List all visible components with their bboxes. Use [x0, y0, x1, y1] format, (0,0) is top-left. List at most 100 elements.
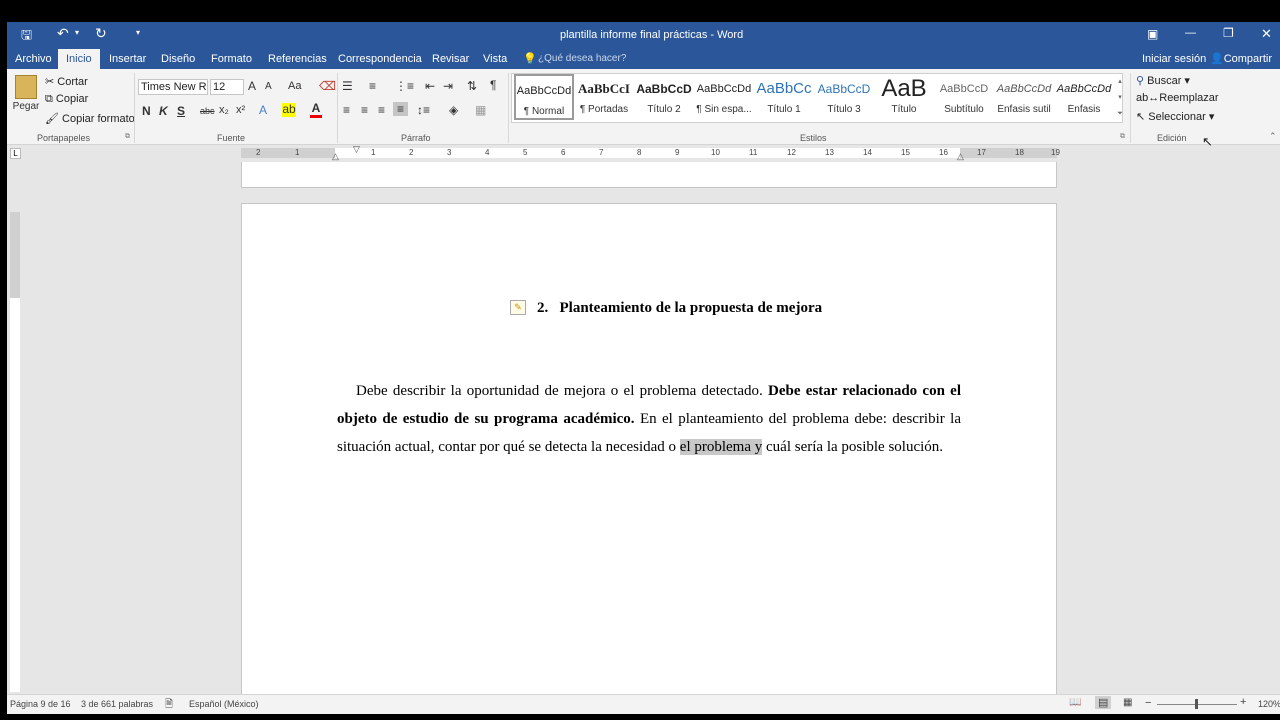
- save-icon[interactable]: 🖫: [21, 26, 32, 48]
- style-name: ¶ Sin espa...: [696, 104, 752, 115]
- text-effects-icon[interactable]: A: [259, 103, 267, 117]
- cut-button[interactable]: ✂ Cortar: [45, 75, 88, 88]
- proofing-icon[interactable]: 🗎: [165, 697, 173, 714]
- vertical-ruler[interactable]: [10, 212, 20, 692]
- style-titulo-3[interactable]: AaBbCcD Título 3: [814, 74, 874, 122]
- highlight-icon[interactable]: ab: [282, 103, 296, 117]
- show-marks-icon[interactable]: ¶: [490, 78, 496, 92]
- ribbon-display-options-icon[interactable]: ▣: [1147, 27, 1158, 41]
- underline-icon[interactable]: S: [177, 104, 185, 118]
- align-center-icon[interactable]: ≡: [361, 103, 368, 117]
- superscript-icon[interactable]: x²: [236, 104, 245, 116]
- document-page[interactable]: ✎ 2. Planteamiento de la propuesta de me…: [241, 203, 1057, 714]
- style-titulo-1[interactable]: AaBbCc Título 1: [754, 74, 814, 122]
- print-layout-icon[interactable]: ▤: [1095, 696, 1112, 709]
- read-mode-icon[interactable]: 📖: [1069, 697, 1081, 708]
- undo-icon[interactable]: ↶: [57, 25, 69, 42]
- share-button[interactable]: 👤Compartir: [1210, 52, 1276, 67]
- tab-insertar[interactable]: Insertar: [101, 49, 154, 69]
- style-titulo-2[interactable]: AaBbCcD Título 2: [634, 74, 694, 122]
- increase-indent-icon[interactable]: ⇥: [443, 79, 453, 93]
- change-case-icon[interactable]: Aa: [288, 80, 301, 92]
- language-indicator[interactable]: Español (México): [189, 699, 259, 709]
- bold-icon[interactable]: N: [142, 104, 151, 118]
- replace-button[interactable]: ab↔Reemplazar: [1136, 92, 1219, 104]
- shading-icon[interactable]: ◈: [449, 103, 458, 117]
- minimize-icon[interactable]: —: [1185, 27, 1196, 39]
- tell-me-box[interactable]: ¿Qué desea hacer?: [538, 53, 626, 64]
- gallery-scroll[interactable]: ▴ ▾ ⏷: [1116, 74, 1124, 122]
- ruler-tick: 5: [523, 148, 528, 157]
- horizontal-ruler[interactable]: 2 1 1 2 3 4 5 6 7 8 9 10 11 12 13 14 15 …: [241, 144, 1060, 161]
- find-button[interactable]: ⚲ Buscar ▾: [1136, 74, 1190, 87]
- align-right-icon[interactable]: ≡: [378, 103, 385, 117]
- font-name-combo[interactable]: Times New Ro: [138, 79, 208, 95]
- clear-formatting-icon[interactable]: ⌫: [319, 79, 336, 93]
- zoom-out-icon[interactable]: −: [1145, 697, 1151, 709]
- comment-icon[interactable]: ✎: [510, 300, 526, 315]
- style-enfasis[interactable]: AaBbCcDd Énfasis: [1054, 74, 1114, 122]
- left-indent-marker[interactable]: △: [332, 151, 339, 162]
- first-line-indent-marker[interactable]: ▽: [353, 144, 360, 155]
- line-spacing-icon[interactable]: ↕≡: [417, 103, 430, 117]
- tab-vista[interactable]: Vista: [475, 49, 515, 69]
- status-bar: Página 9 de 16 3 de 661 palabras 🗎 Españ…: [7, 694, 1280, 714]
- multilevel-list-icon[interactable]: ⋮≡: [395, 79, 414, 93]
- font-size-combo[interactable]: 12: [210, 79, 244, 95]
- word-count[interactable]: 3 de 661 palabras: [81, 699, 153, 709]
- tab-revisar[interactable]: Revisar: [424, 49, 477, 69]
- tab-selector-icon[interactable]: L: [10, 148, 21, 159]
- sort-icon[interactable]: ⇅: [467, 79, 477, 93]
- style-enfasis-sutil[interactable]: AaBbCcDd Énfasis sutil: [994, 74, 1054, 122]
- customize-qat-icon[interactable]: ▾: [136, 28, 140, 37]
- align-left-icon[interactable]: ≡: [343, 103, 350, 117]
- justify-icon[interactable]: ≡: [393, 102, 408, 116]
- redo-icon[interactable]: ↻: [95, 25, 107, 42]
- replace-icon: ab↔: [1136, 92, 1160, 104]
- borders-icon[interactable]: ▦: [475, 103, 486, 117]
- grow-font-icon[interactable]: A: [248, 79, 256, 93]
- undo-dropdown-icon[interactable]: ▾: [75, 28, 79, 37]
- tab-diseno[interactable]: Diseño: [153, 49, 203, 69]
- style-subtitulo[interactable]: AaBbCcD Subtítulo: [934, 74, 994, 122]
- font-color-icon[interactable]: A: [310, 101, 322, 118]
- zoom-level[interactable]: 120%: [1258, 699, 1280, 709]
- shrink-font-icon[interactable]: A: [265, 81, 272, 92]
- tab-correspondencia[interactable]: Correspondencia: [330, 49, 430, 69]
- restore-icon[interactable]: ❐: [1223, 26, 1234, 40]
- copy-button[interactable]: ⧉ Copiar: [45, 93, 88, 106]
- paste-button[interactable]: Pegar: [11, 73, 41, 123]
- close-icon[interactable]: ✕: [1261, 26, 1272, 42]
- section-heading[interactable]: 2. Planteamiento de la propuesta de mejo…: [537, 300, 822, 317]
- format-painter-button[interactable]: 🖌 Copiar formato: [45, 112, 135, 125]
- ruler-right-margin: [960, 148, 1057, 158]
- tab-formato[interactable]: Formato: [203, 49, 260, 69]
- tab-archivo[interactable]: Archivo: [7, 49, 60, 69]
- style-titulo[interactable]: AaB Título: [874, 74, 934, 122]
- numbering-icon[interactable]: ≡: [369, 79, 376, 93]
- strikethrough-icon[interactable]: abc: [200, 106, 215, 116]
- select-button[interactable]: ↖ Seleccionar ▾: [1136, 110, 1214, 123]
- separator: [1130, 73, 1131, 143]
- style-sin-espaciado[interactable]: AaBbCcDd ¶ Sin espa...: [694, 74, 754, 122]
- italic-icon[interactable]: K: [159, 104, 168, 118]
- zoom-slider-thumb[interactable]: [1195, 699, 1198, 709]
- signin-link[interactable]: Iniciar sesión: [1142, 53, 1206, 65]
- tab-referencias[interactable]: Referencias: [260, 49, 335, 69]
- body-paragraph[interactable]: Debe describir la oportunidad de mejora …: [337, 378, 961, 461]
- subscript-icon[interactable]: x₂: [219, 104, 229, 116]
- styles-launcher-icon[interactable]: ⧉: [1120, 133, 1125, 141]
- right-indent-marker[interactable]: △: [957, 151, 964, 162]
- search-icon: ⚲: [1136, 75, 1145, 87]
- clipboard-launcher-icon[interactable]: ⧉: [125, 133, 130, 141]
- page-count[interactable]: Página 9 de 16: [10, 699, 71, 709]
- style-portadas[interactable]: AaBbCcI ¶ Portadas: [574, 74, 634, 122]
- bullets-icon[interactable]: ☰: [342, 79, 353, 93]
- decrease-indent-icon[interactable]: ⇤: [425, 79, 435, 93]
- tab-inicio[interactable]: Inicio: [58, 49, 100, 69]
- collapse-ribbon-icon[interactable]: ⌃: [1269, 131, 1277, 142]
- separator: [134, 73, 135, 143]
- zoom-in-icon[interactable]: +: [1240, 696, 1246, 708]
- style-normal[interactable]: AaBbCcDd ¶ Normal: [514, 74, 574, 120]
- web-layout-icon[interactable]: ▦: [1123, 697, 1132, 708]
